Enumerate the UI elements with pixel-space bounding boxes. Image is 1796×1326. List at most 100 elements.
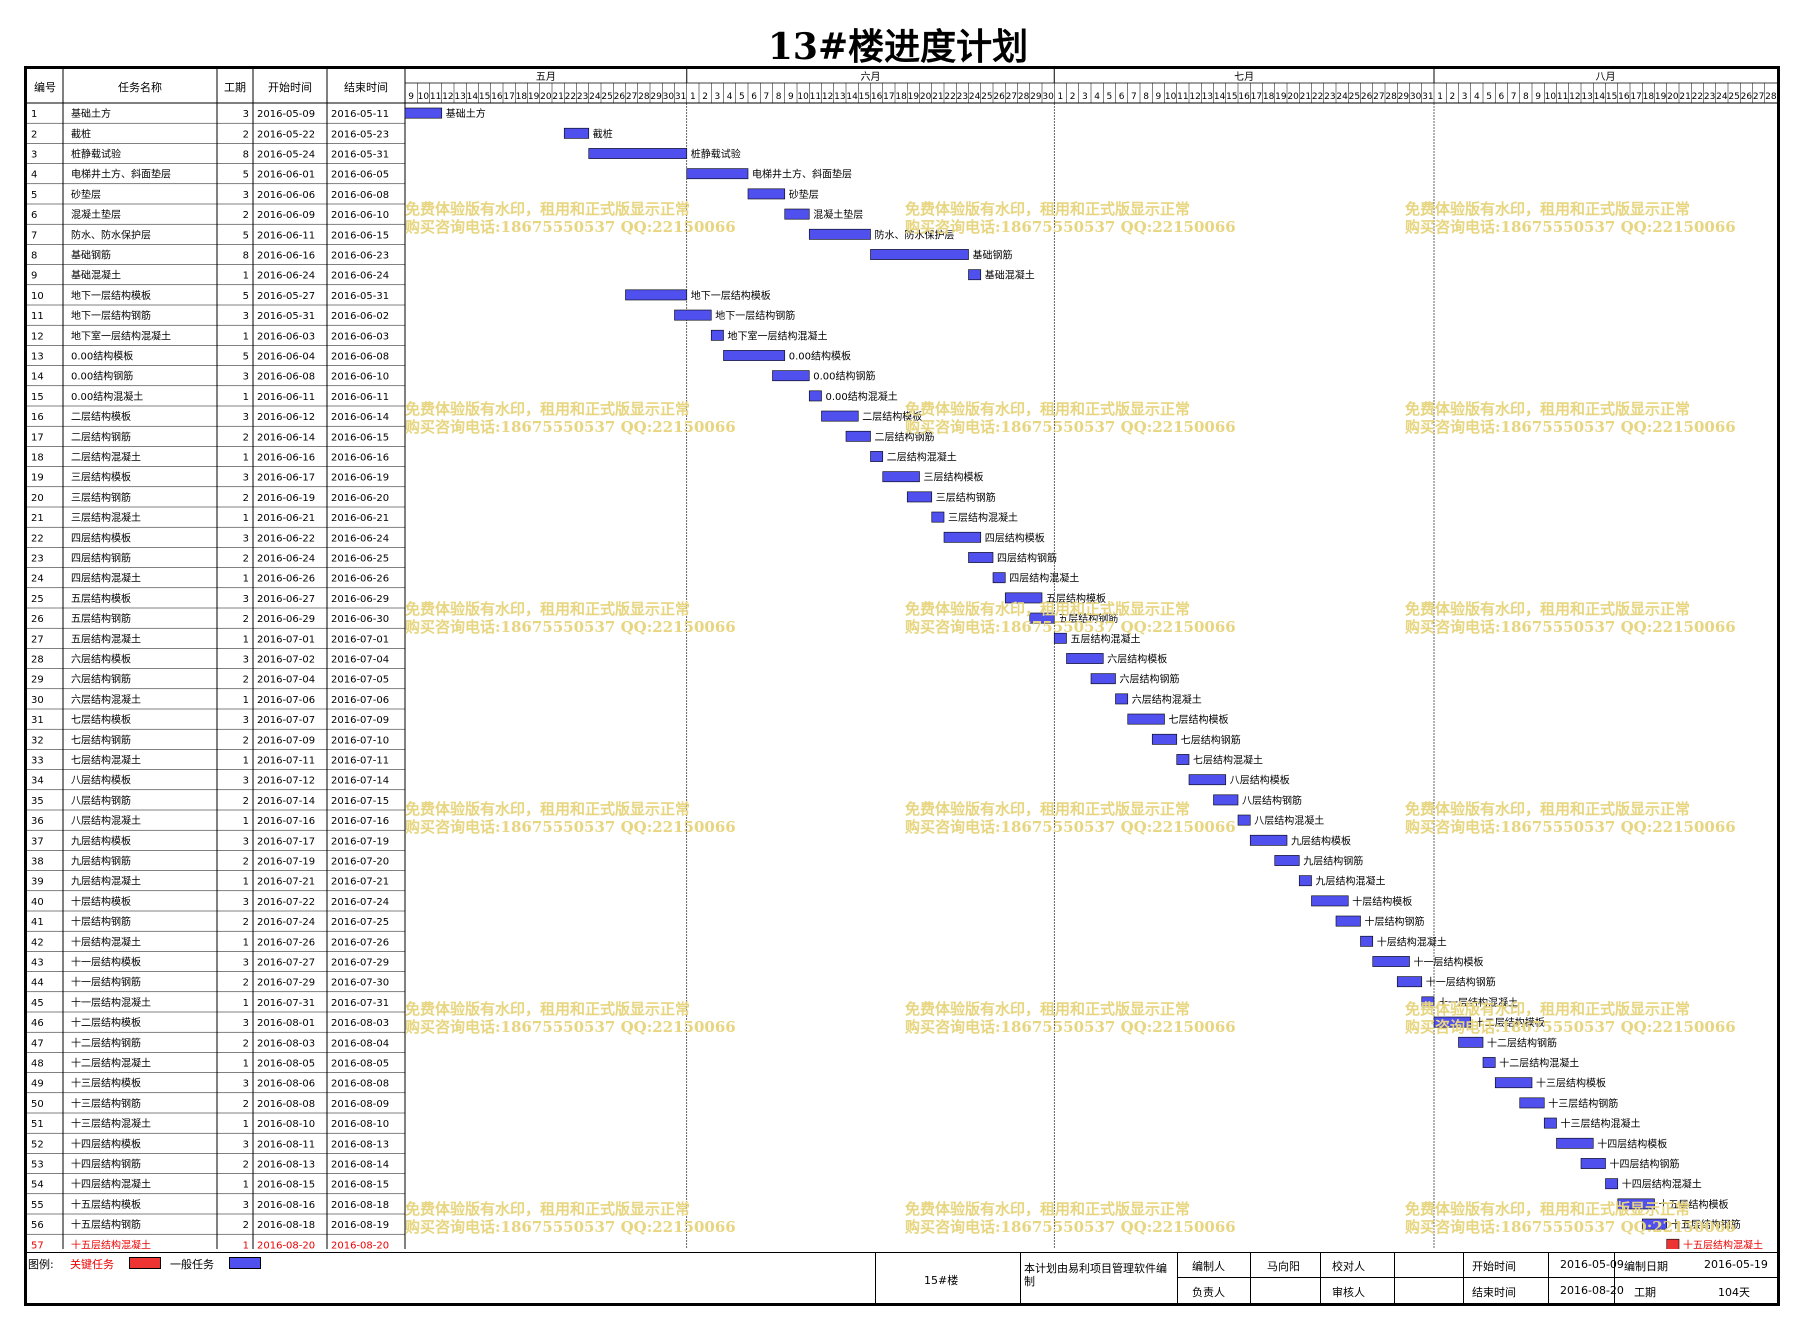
task-start: 2016-08-10 xyxy=(257,1119,315,1130)
task-end: 2016-05-11 xyxy=(331,109,389,120)
task-start: 2016-06-17 xyxy=(257,473,315,484)
task-bar-label: 三层结构钢筋 xyxy=(936,491,996,504)
task-duration: 3 xyxy=(243,311,249,322)
task-start: 2016-06-06 xyxy=(257,190,315,201)
task-bar-label: 八层结构钢筋 xyxy=(1242,794,1302,807)
task-duration: 8 xyxy=(243,150,249,161)
day-label: 23 xyxy=(1324,92,1335,102)
task-end: 2016-06-14 xyxy=(331,412,389,423)
task-bar xyxy=(625,289,688,301)
duration-value: 104天 xyxy=(1718,1286,1750,1299)
task-bar xyxy=(1360,935,1374,947)
task-bar-label: 九层结构模板 xyxy=(1291,834,1351,847)
task-end: 2016-07-09 xyxy=(331,715,389,726)
task-bar-label: 十三层结构模板 xyxy=(1536,1077,1606,1090)
day-label: 18 xyxy=(1643,92,1655,102)
day-label: 25 xyxy=(981,92,992,102)
task-id: 24 xyxy=(31,574,44,585)
legend-normal-swatch xyxy=(229,1257,261,1269)
day-label: 16 xyxy=(491,92,503,102)
task-id: 10 xyxy=(31,291,44,302)
task-bar-label: 地下室一层结构混凝土 xyxy=(728,329,828,342)
task-id: 38 xyxy=(31,857,44,868)
day-label: 15 xyxy=(859,92,870,102)
day-label: 24 xyxy=(1336,92,1348,102)
task-duration: 3 xyxy=(243,1139,249,1150)
task-end: 2016-08-04 xyxy=(331,1038,389,1049)
task-id: 42 xyxy=(31,937,44,948)
task-id: 39 xyxy=(31,877,44,888)
compiler-value: 马向阳 xyxy=(1267,1260,1300,1273)
task-id: 20 xyxy=(31,493,44,504)
task-duration: 1 xyxy=(243,271,249,282)
task-bar xyxy=(882,471,920,483)
task-bar xyxy=(772,370,810,382)
task-id: 49 xyxy=(31,1079,44,1090)
task-bar-label: 十四层结构钢筋 xyxy=(1610,1158,1680,1171)
task-duration: 5 xyxy=(243,291,249,302)
task-bar-label: 电梯井土方、斜面垫层 xyxy=(752,168,852,181)
task-duration: 2 xyxy=(243,210,249,221)
task-end: 2016-08-05 xyxy=(331,1059,389,1070)
day-label: 5 xyxy=(1486,92,1492,102)
task-bar-label: 十层结构模板 xyxy=(1352,895,1412,908)
legend-normal-label: 一般任务 xyxy=(170,1258,214,1271)
task-name: 七层结构混凝土 xyxy=(71,754,141,767)
day-label: 18 xyxy=(895,92,907,102)
legend-label: 图例: xyxy=(28,1258,54,1271)
task-id: 29 xyxy=(31,675,44,686)
task-id: 26 xyxy=(31,614,44,625)
task-duration: 2 xyxy=(243,554,249,565)
task-end: 2016-05-23 xyxy=(331,129,389,140)
compile-date-label: 编制日期 xyxy=(1624,1260,1668,1273)
task-start: 2016-07-04 xyxy=(257,675,315,686)
task-id: 1 xyxy=(31,109,37,120)
task-name: 基础钢筋 xyxy=(71,249,111,262)
task-name: 二层结构混凝土 xyxy=(71,451,141,464)
task-end: 2016-07-30 xyxy=(331,978,389,989)
task-name: 十一层结构模板 xyxy=(71,956,141,969)
gantt-chart: 编号 任务名称 工期 开始时间 结束时间五月9 10 11 12 13 14 15 16 17 18 19 2… xyxy=(27,69,1777,1249)
task-id: 47 xyxy=(31,1038,44,1049)
task-bar xyxy=(723,350,786,361)
task-id: 7 xyxy=(31,230,37,241)
day-label: 8 xyxy=(1523,92,1529,102)
task-duration: 3 xyxy=(243,776,249,787)
task-bar-label: 十一层结构模板 xyxy=(1414,956,1484,969)
task-name: 截桩 xyxy=(71,127,91,140)
task-id: 30 xyxy=(31,695,44,706)
task-bar xyxy=(1372,956,1410,967)
task-bar-label: 十五层结构模板 xyxy=(1659,1198,1729,1211)
day-label: 1 xyxy=(690,92,696,102)
task-duration: 1 xyxy=(243,998,249,1009)
day-label: 17 xyxy=(1630,92,1641,102)
day-label: 20 xyxy=(1287,92,1299,102)
task-bar-label: 0.00结构钢筋 xyxy=(813,370,875,383)
task-bar xyxy=(1090,673,1116,685)
day-label: 23 xyxy=(1704,92,1715,102)
task-duration: 5 xyxy=(243,170,249,181)
task-id: 54 xyxy=(31,1180,44,1191)
day-label: 9 xyxy=(1156,92,1162,102)
task-name: 混凝土垫层 xyxy=(71,208,121,221)
day-label: 4 xyxy=(727,92,733,102)
task-name: 地下一层结构钢筋 xyxy=(71,309,151,322)
task-bar-label: 地下一层结构钢筋 xyxy=(715,309,795,322)
day-label: 30 xyxy=(1042,92,1054,102)
day-label: 3 xyxy=(1462,92,1468,102)
task-name: 十三层结构模板 xyxy=(71,1077,141,1090)
day-label: 13 xyxy=(1202,92,1213,102)
task-end: 2016-06-21 xyxy=(331,513,389,524)
day-label: 10 xyxy=(1545,92,1557,102)
task-bar xyxy=(1482,1057,1496,1068)
task-bar-label: 基础土方 xyxy=(446,107,486,120)
task-id: 34 xyxy=(31,776,44,787)
task-id: 43 xyxy=(31,958,44,969)
task-bar-label: 四层结构钢筋 xyxy=(997,552,1057,565)
day-label: 21 xyxy=(1300,92,1311,102)
day-label: 27 xyxy=(626,92,637,102)
task-name: 十四层结构模板 xyxy=(71,1137,141,1150)
day-label: 18 xyxy=(1263,92,1275,102)
task-id: 52 xyxy=(31,1139,44,1150)
day-label: 5 xyxy=(739,92,745,102)
